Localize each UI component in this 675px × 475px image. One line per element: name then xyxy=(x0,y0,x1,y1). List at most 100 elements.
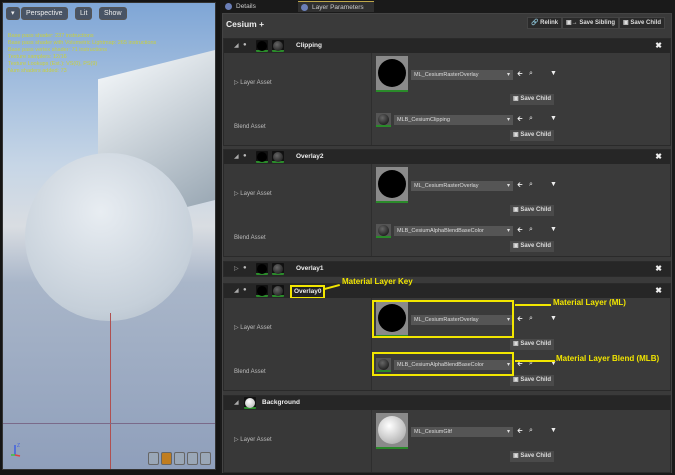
filter-icon[interactable]: ▼ xyxy=(550,115,557,122)
filter-icon[interactable]: ▼ xyxy=(550,226,557,233)
browse-icon[interactable]: ⌕ xyxy=(529,315,533,323)
layer-overlay2: ◢ ● Overlay2 ✖ ▷ Layer Asset ML_CesiumRaste… xyxy=(223,149,671,257)
perspective-button[interactable]: Perspective xyxy=(21,7,68,20)
layer-asset-thumbnail xyxy=(376,167,408,203)
use-selected-icon[interactable]: 🡰 xyxy=(517,115,523,126)
relink-label: Relink xyxy=(540,20,559,26)
annotation-line xyxy=(515,360,555,362)
title-text: Cesium xyxy=(226,19,257,29)
annotation-line xyxy=(515,304,551,306)
eye-icon[interactable]: ● xyxy=(243,287,247,293)
stat-line: Texture Lookups (Est.): VS(0), PS(9) xyxy=(8,61,98,67)
annotation-material-layer-key: Material Layer Key xyxy=(342,277,413,286)
use-selected-icon[interactable]: 🡰 xyxy=(517,70,523,81)
preview-sphere xyxy=(25,153,193,321)
grid-line xyxy=(3,423,215,424)
collapse-icon[interactable]: ◢ xyxy=(234,42,239,49)
stat-line: Base pass vertex shader: 71 instructions xyxy=(8,47,108,53)
blend-asset-dropdown[interactable]: MLB_CesiumAlphaBlendBaseColor xyxy=(394,226,513,236)
save-child-button[interactable]: ▣ Save Child xyxy=(510,375,555,386)
remove-layer-button[interactable]: ✖ xyxy=(655,286,662,295)
lit-button[interactable]: Lit xyxy=(75,7,93,20)
expand-icon[interactable]: ▷ xyxy=(234,265,239,272)
blend-asset-label: Blend Asset xyxy=(234,124,266,130)
save-child-label: Save Child xyxy=(630,20,662,26)
mesh-icon[interactable] xyxy=(200,452,211,465)
show-button[interactable]: Show xyxy=(99,7,127,20)
layer-thumbnail xyxy=(256,263,268,275)
filter-icon[interactable]: ▼ xyxy=(550,70,557,77)
layer-name[interactable]: Overlay1 xyxy=(294,264,325,274)
blend-thumbnail xyxy=(272,40,284,52)
save-child-button[interactable]: ▣ Save Child xyxy=(510,205,555,216)
svg-text:Z: Z xyxy=(17,443,20,449)
save-child-button[interactable]: ▣ Save Child xyxy=(510,451,555,462)
use-selected-icon[interactable]: 🡰 xyxy=(517,315,523,326)
remove-layer-button[interactable]: ✖ xyxy=(655,152,662,161)
save-child-button[interactable]: ▣ Save Child xyxy=(510,130,555,141)
layer-asset-thumbnail xyxy=(376,56,408,92)
browse-icon[interactable]: ⌕ xyxy=(529,226,533,234)
filter-icon[interactable]: ▼ xyxy=(550,181,557,188)
collapse-icon[interactable]: ◢ xyxy=(234,399,239,406)
save-child-button[interactable]: ▣ Save Child xyxy=(510,94,555,105)
use-selected-icon[interactable]: 🡰 xyxy=(517,226,523,237)
layer-asset-label: ▷ Layer Asset xyxy=(234,191,272,197)
blend-asset-label: Blend Asset xyxy=(234,235,266,241)
save-child-button[interactable]: ▣ Save Child xyxy=(510,339,555,350)
save-sibling-button[interactable]: ▣→ Save Sibling xyxy=(562,17,620,29)
annotation-material-layer-blend: Material Layer Blend (MLB) xyxy=(556,354,660,363)
material-preview-viewport[interactable]: ▾ Perspective Lit Show Base pass shader:… xyxy=(2,2,216,470)
save-child-button[interactable]: ▣ Save Child xyxy=(619,17,666,29)
filter-icon[interactable]: ▼ xyxy=(550,427,557,434)
tab-layer-parameters[interactable]: Layer Parameters xyxy=(298,1,374,12)
stat-line: Base pass shader: 237 instructions xyxy=(8,33,94,39)
tab-details[interactable]: Details xyxy=(222,1,292,12)
browse-icon[interactable]: ⌕ xyxy=(529,70,533,78)
layer-thumbnail xyxy=(256,151,268,163)
cube-icon[interactable] xyxy=(187,452,198,465)
plane-icon[interactable] xyxy=(174,452,185,465)
blend-thumbnail xyxy=(272,151,284,163)
layer-thumbnail xyxy=(244,397,256,409)
annotation-material-layer: Material Layer (ML) xyxy=(553,298,626,307)
layer-asset-dropdown[interactable]: ML_CesiumRasterOverlay xyxy=(411,70,513,80)
layer-parameters-panel: Cesium + 🔗 Relink ▣→ Save Sibling ▣ Save… xyxy=(222,13,672,473)
browse-icon[interactable]: ⌕ xyxy=(529,115,533,123)
blend-asset-thumbnail xyxy=(376,113,391,127)
layer-name[interactable]: Clipping xyxy=(294,41,324,51)
use-selected-icon[interactable]: 🡰 xyxy=(517,427,523,438)
relink-button[interactable]: 🔗 Relink xyxy=(527,17,563,29)
browse-icon[interactable]: ⌕ xyxy=(529,427,533,435)
remove-layer-button[interactable]: ✖ xyxy=(655,41,662,50)
right-panel: Details Layer Parameters Cesium + 🔗 Reli… xyxy=(220,0,675,475)
layer-asset-dropdown[interactable]: ML_CesiumRasterOverlay xyxy=(411,181,513,191)
layer-name[interactable]: Overlay0 xyxy=(290,285,326,299)
stat-line: Num shaders added: 73 xyxy=(8,68,67,74)
cylinder-icon[interactable] xyxy=(148,452,159,465)
layer-asset-label: ▷ Layer Asset xyxy=(234,325,272,331)
remove-layer-button[interactable]: ✖ xyxy=(655,264,662,273)
axis-gizmo-icon: Z xyxy=(11,443,21,457)
stat-line: Texture samplers: 12/16 xyxy=(8,54,67,60)
collapse-icon[interactable]: ◢ xyxy=(234,287,239,294)
add-layer-button[interactable]: + xyxy=(259,19,264,29)
save-child-button[interactable]: ▣ Save Child xyxy=(510,241,555,252)
layer-name[interactable]: Overlay2 xyxy=(294,152,325,162)
viewport-menu-button[interactable]: ▾ xyxy=(6,7,20,20)
eye-icon[interactable]: ● xyxy=(243,265,247,271)
browse-icon[interactable]: ⌕ xyxy=(529,181,533,189)
filter-icon[interactable]: ▼ xyxy=(550,315,557,322)
layer-asset-label: ▷ Layer Asset xyxy=(234,80,272,86)
blend-asset-dropdown[interactable]: MLB_CesiumClipping xyxy=(394,115,513,125)
sphere-icon[interactable] xyxy=(161,452,172,465)
blend-thumbnail xyxy=(272,285,284,297)
layer-name[interactable]: Background xyxy=(260,398,302,408)
save-sibling-label: Save Sibling xyxy=(579,20,616,26)
use-selected-icon[interactable]: 🡰 xyxy=(517,181,523,192)
layer-asset-label: ▷ Layer Asset xyxy=(234,437,272,443)
layer-asset-dropdown[interactable]: ML_CesiumGltf xyxy=(411,427,513,437)
collapse-icon[interactable]: ◢ xyxy=(234,153,239,160)
eye-icon[interactable]: ● xyxy=(243,42,247,48)
eye-icon[interactable]: ● xyxy=(243,153,247,159)
